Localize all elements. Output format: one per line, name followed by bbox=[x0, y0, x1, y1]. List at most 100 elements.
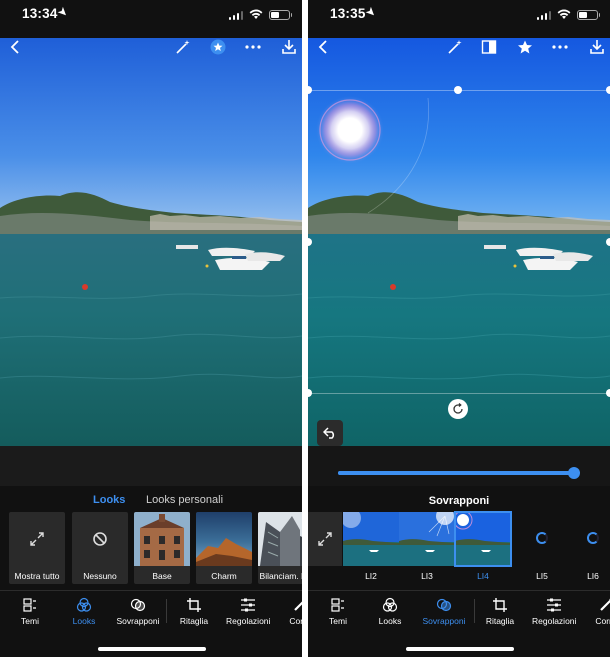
preset-mostra-tutto[interactable]: Mostra tutto bbox=[9, 512, 65, 584]
more-options-icon[interactable] bbox=[551, 38, 569, 56]
transform-frame-bottom bbox=[308, 393, 610, 394]
cellular-signal-icon bbox=[228, 10, 243, 20]
cellular-signal-icon bbox=[536, 10, 551, 20]
overlay-label: LI5 bbox=[536, 571, 548, 581]
expand-icon bbox=[30, 532, 44, 546]
tab-looks[interactable]: Looks bbox=[93, 494, 125, 506]
nav-divider bbox=[474, 599, 475, 623]
slider-thumb[interactable] bbox=[568, 467, 580, 479]
overlay-thumbnail bbox=[399, 512, 455, 566]
overlay-label: LI4 bbox=[477, 571, 489, 581]
phone-screen-left: 13:34 ➤ Looks Looks personali Mostra tut… bbox=[0, 0, 302, 657]
home-indicator bbox=[98, 647, 206, 651]
bottom-navigation: Temi Looks Sovrapponi Ritaglia Regolazio… bbox=[0, 590, 302, 630]
photo-canvas[interactable] bbox=[308, 38, 610, 446]
back-chevron-icon[interactable] bbox=[6, 38, 24, 56]
nav-label: Ritaglia bbox=[485, 616, 515, 626]
nav-temi[interactable]: Temi bbox=[320, 597, 356, 629]
nav-looks[interactable]: Looks bbox=[372, 597, 408, 629]
export-download-icon[interactable] bbox=[588, 38, 606, 56]
export-download-icon[interactable] bbox=[280, 38, 298, 56]
opacity-slider[interactable] bbox=[338, 467, 580, 479]
compare-icon[interactable] bbox=[480, 38, 498, 56]
preset-bilanciamento-bianco[interactable]: Bilanciam. bia bbox=[258, 512, 302, 584]
magic-wand-icon[interactable] bbox=[446, 38, 464, 56]
preset-label: Mostra tutto bbox=[14, 571, 60, 581]
nav-regolazioni[interactable]: Regolazioni bbox=[226, 597, 270, 629]
bottom-navigation: Temi Looks Sovrapponi Ritaglia Regolazio… bbox=[308, 590, 610, 630]
nav-correggi[interactable]: Corre bbox=[282, 597, 302, 629]
nav-label: Sovrapponi bbox=[116, 616, 160, 626]
undo-icon bbox=[323, 427, 335, 439]
status-time: 13:35 bbox=[330, 6, 366, 21]
premium-star-icon[interactable] bbox=[516, 38, 534, 56]
nav-label: Looks bbox=[72, 616, 96, 626]
overlay-icon bbox=[436, 598, 452, 612]
phone-screen-right: 13:35 ➤ Sovrapponi LI2 LI3 LI4 LI5 LI6 T… bbox=[308, 0, 610, 657]
overlay-icon bbox=[130, 598, 146, 612]
undo-button[interactable] bbox=[317, 420, 343, 446]
nav-ritaglia[interactable]: Ritaglia bbox=[482, 597, 518, 629]
battery-icon bbox=[269, 9, 292, 20]
transform-handle[interactable] bbox=[606, 86, 610, 94]
expand-icon bbox=[318, 532, 332, 546]
nav-label: Corre bbox=[289, 616, 302, 626]
overlay-li6[interactable]: LI6 bbox=[565, 512, 610, 584]
crop-icon bbox=[187, 598, 201, 612]
wifi-icon bbox=[249, 9, 263, 19]
overlay-li3[interactable]: LI3 bbox=[399, 512, 455, 584]
nav-correggi[interactable]: Corre bbox=[588, 597, 610, 629]
nav-ritaglia[interactable]: Ritaglia bbox=[176, 597, 212, 629]
transform-handle[interactable] bbox=[606, 389, 610, 397]
preset-charm[interactable]: Charm bbox=[196, 512, 252, 584]
top-toolbar bbox=[0, 38, 302, 58]
nav-regolazioni[interactable]: Regolazioni bbox=[532, 597, 576, 629]
back-chevron-icon[interactable] bbox=[314, 38, 332, 56]
nav-label: Looks bbox=[378, 616, 402, 626]
nav-label: Temi bbox=[329, 616, 347, 626]
looks-icon bbox=[76, 597, 92, 612]
preset-label: Bilanciam. bia bbox=[259, 571, 302, 581]
nav-temi[interactable]: Temi bbox=[12, 597, 48, 629]
status-bar: 13:34 ➤ bbox=[0, 0, 302, 32]
preset-label: Nessuno bbox=[83, 571, 117, 581]
overlay-label: LI2 bbox=[365, 571, 377, 581]
slider-panel bbox=[308, 446, 610, 486]
nav-label: Regolazioni bbox=[226, 616, 271, 626]
themes-icon bbox=[331, 598, 344, 612]
preset-base[interactable]: Base bbox=[134, 512, 190, 584]
sliders-icon bbox=[547, 598, 561, 612]
status-time: 13:34 bbox=[22, 6, 58, 21]
nav-label: Temi bbox=[21, 616, 39, 626]
brush-icon bbox=[294, 601, 302, 611]
preset-nessuno[interactable]: Nessuno bbox=[72, 512, 128, 584]
overlay-label: LI3 bbox=[421, 571, 433, 581]
photo-canvas[interactable] bbox=[0, 38, 302, 446]
brush-icon bbox=[600, 598, 610, 611]
rotate-overlay-button[interactable] bbox=[448, 399, 468, 419]
overlay-li2[interactable]: LI2 bbox=[343, 512, 399, 584]
overlay-li5[interactable]: LI5 bbox=[514, 512, 570, 584]
transform-handle[interactable] bbox=[454, 86, 462, 94]
nav-looks[interactable]: Looks bbox=[66, 597, 102, 629]
sun-flare-overlay bbox=[316, 96, 384, 164]
nav-sovrapponi[interactable]: Sovrapponi bbox=[422, 597, 466, 629]
sliders-icon bbox=[241, 598, 255, 612]
status-bar: 13:35 ➤ bbox=[308, 0, 610, 32]
overlay-li4[interactable]: LI4 bbox=[454, 511, 512, 584]
nav-label: Ritaglia bbox=[179, 616, 209, 626]
overlay-label: LI6 bbox=[587, 571, 599, 581]
none-icon bbox=[93, 532, 107, 546]
nav-sovrapponi[interactable]: Sovrapponi bbox=[116, 597, 160, 629]
transform-handle[interactable] bbox=[606, 238, 610, 246]
rotate-icon bbox=[453, 403, 463, 414]
loading-icon bbox=[587, 532, 599, 544]
magic-wand-icon[interactable] bbox=[174, 38, 192, 56]
more-options-icon[interactable] bbox=[244, 38, 262, 56]
battery-icon bbox=[577, 9, 600, 20]
preset-label: Charm bbox=[211, 571, 237, 581]
tab-looks-personali[interactable]: Looks personali bbox=[146, 494, 223, 506]
overlay-panel-title: Sovrapponi bbox=[428, 495, 490, 507]
premium-star-icon[interactable] bbox=[209, 38, 227, 56]
crop-icon bbox=[493, 598, 507, 612]
